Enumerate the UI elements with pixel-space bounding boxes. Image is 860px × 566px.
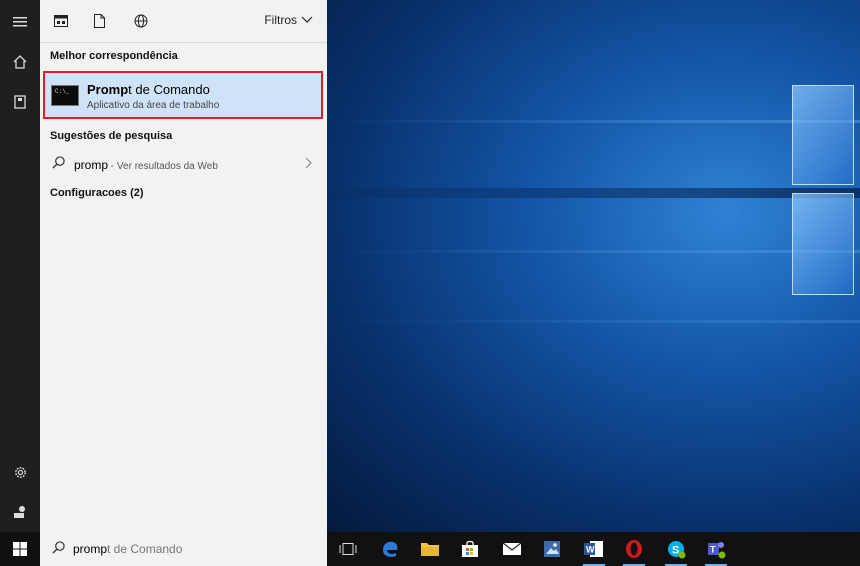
web-filter-globe-icon[interactable] [132,12,150,30]
best-match-title: Prompt de Comando [87,82,210,97]
filters-dropdown[interactable]: Filtros [264,13,313,27]
skype-icon[interactable]: S [663,536,689,566]
suggestions-header: Sugestões de pesquisa [50,130,173,142]
store-icon[interactable] [457,536,483,562]
start-left-rail [0,0,40,532]
search-icon [52,156,65,172]
photo-app-icon[interactable] [539,536,565,562]
teams-icon[interactable]: T [703,536,729,566]
chevron-right-icon[interactable] [305,156,313,172]
suggestion-query: promp [74,158,109,172]
svg-text:S: S [672,545,679,557]
search-toolbar: Filtros [40,0,327,43]
taskbar-search-box[interactable]: prompt de Comando [40,532,327,566]
search-results-panel: Filtros Melhor correspondência C:\_ Prom… [40,0,327,532]
word-icon[interactable]: W [581,536,607,566]
apps-filter-icon[interactable] [52,12,70,30]
mail-icon[interactable] [499,536,525,562]
svg-text:W: W [586,545,595,555]
filters-label: Filtros [264,13,297,27]
chevron-down-icon [301,16,313,23]
suggestion-tail: - Ver resultados da Web [108,161,218,172]
file-explorer-icon[interactable] [417,536,443,562]
documents-filter-icon[interactable] [90,12,108,30]
search-input[interactable]: prompt de Comando [73,542,182,556]
command-prompt-icon: C:\_ [51,85,79,106]
settings-header[interactable]: Configuracoes (2) [50,187,144,199]
windows-logo-icon [13,542,27,556]
desktop-wallpaper [327,0,860,532]
best-match-header: Melhor correspondência [50,50,178,62]
home-icon[interactable] [0,42,40,82]
edge-browser-icon[interactable] [377,536,403,562]
settings-gear-icon[interactable] [0,452,40,492]
task-view-icon[interactable] [335,536,361,562]
opera-icon[interactable] [621,536,647,566]
hamburger-menu-icon[interactable] [0,2,40,42]
svg-text:T: T [710,545,716,555]
taskbar: W S T [327,532,860,566]
windows-logo-light [792,85,860,295]
web-suggestion-item[interactable]: promp - Ver resultados da Web [40,152,327,178]
search-icon [52,541,65,557]
feedback-user-icon[interactable] [0,492,40,532]
start-button[interactable] [0,532,40,566]
best-match-subtitle: Aplicativo da área de trabalho [87,100,220,111]
best-match-result[interactable]: C:\_ Prompt de Comando Aplicativo da áre… [43,71,323,119]
notebook-icon[interactable] [0,82,40,122]
